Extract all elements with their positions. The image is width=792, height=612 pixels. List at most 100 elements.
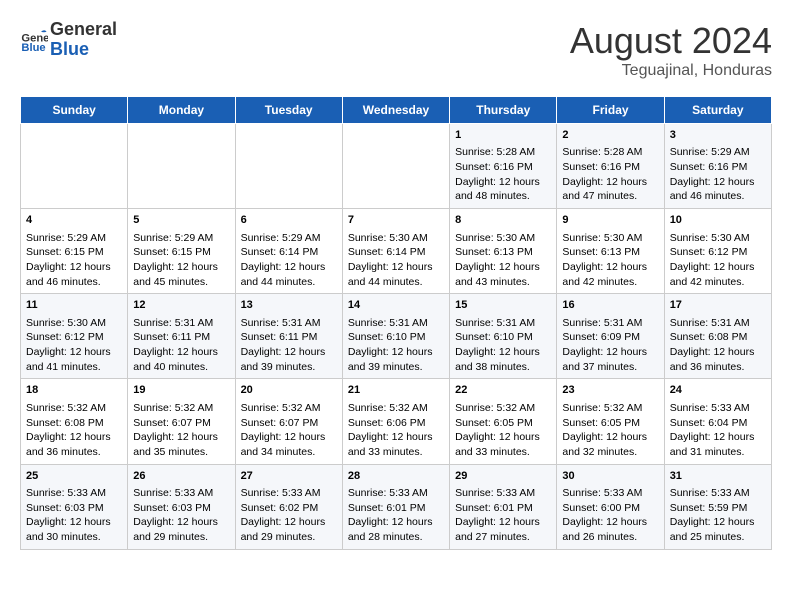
cell-text: Sunset: 6:05 PM — [455, 416, 551, 431]
weekday-header-row: SundayMondayTuesdayWednesdayThursdayFrid… — [21, 97, 772, 124]
calendar-cell: 24Sunrise: 5:33 AMSunset: 6:04 PMDayligh… — [664, 379, 771, 464]
calendar-cell: 17Sunrise: 5:31 AMSunset: 6:08 PMDayligh… — [664, 294, 771, 379]
calendar-week-1: 1Sunrise: 5:28 AMSunset: 6:16 PMDaylight… — [21, 124, 772, 209]
cell-text: Daylight: 12 hours — [241, 430, 337, 445]
cell-text: Daylight: 12 hours — [455, 345, 551, 360]
cell-text: Daylight: 12 hours — [26, 260, 122, 275]
weekday-header-monday: Monday — [128, 97, 235, 124]
cell-text: and 38 minutes. — [455, 360, 551, 375]
cell-text: Sunrise: 5:31 AM — [562, 316, 658, 331]
cell-text: Daylight: 12 hours — [455, 515, 551, 530]
calendar-cell: 18Sunrise: 5:32 AMSunset: 6:08 PMDayligh… — [21, 379, 128, 464]
cell-text: Sunrise: 5:32 AM — [455, 401, 551, 416]
cell-text: Sunset: 6:08 PM — [26, 416, 122, 431]
calendar-cell: 26Sunrise: 5:33 AMSunset: 6:03 PMDayligh… — [128, 464, 235, 549]
cell-text: Sunrise: 5:29 AM — [133, 231, 229, 246]
calendar-cell: 4Sunrise: 5:29 AMSunset: 6:15 PMDaylight… — [21, 209, 128, 294]
cell-text: and 42 minutes. — [562, 275, 658, 290]
cell-text: Sunrise: 5:33 AM — [241, 486, 337, 501]
cell-text: Sunrise: 5:28 AM — [455, 145, 551, 160]
cell-text: Daylight: 12 hours — [562, 515, 658, 530]
cell-text: Sunset: 6:07 PM — [241, 416, 337, 431]
calendar-week-2: 4Sunrise: 5:29 AMSunset: 6:15 PMDaylight… — [21, 209, 772, 294]
calendar-cell — [235, 124, 342, 209]
cell-text: Sunrise: 5:32 AM — [26, 401, 122, 416]
cell-text: Sunset: 6:13 PM — [455, 245, 551, 260]
cell-text: Sunrise: 5:29 AM — [670, 145, 766, 160]
cell-text: Daylight: 12 hours — [670, 260, 766, 275]
cell-text: Sunrise: 5:33 AM — [133, 486, 229, 501]
cell-text: Daylight: 12 hours — [348, 430, 444, 445]
cell-text: Daylight: 12 hours — [562, 260, 658, 275]
cell-text: Sunrise: 5:30 AM — [670, 231, 766, 246]
day-number: 7 — [348, 213, 444, 228]
cell-text: Sunrise: 5:31 AM — [348, 316, 444, 331]
day-number: 12 — [133, 298, 229, 313]
cell-text: and 33 minutes. — [348, 445, 444, 460]
day-number: 6 — [241, 213, 337, 228]
weekday-header-sunday: Sunday — [21, 97, 128, 124]
calendar-cell: 9Sunrise: 5:30 AMSunset: 6:13 PMDaylight… — [557, 209, 664, 294]
cell-text: and 31 minutes. — [670, 445, 766, 460]
logo-icon: General Blue — [20, 26, 48, 54]
day-number: 23 — [562, 383, 658, 398]
cell-text: Sunrise: 5:33 AM — [562, 486, 658, 501]
cell-text: Daylight: 12 hours — [562, 430, 658, 445]
cell-text: Sunrise: 5:30 AM — [455, 231, 551, 246]
cell-text: and 29 minutes. — [241, 530, 337, 545]
cell-text: and 37 minutes. — [562, 360, 658, 375]
cell-text: and 39 minutes. — [241, 360, 337, 375]
cell-text: Daylight: 12 hours — [348, 260, 444, 275]
day-number: 24 — [670, 383, 766, 398]
cell-text: and 46 minutes. — [670, 189, 766, 204]
day-number: 22 — [455, 383, 551, 398]
cell-text: Sunrise: 5:33 AM — [26, 486, 122, 501]
cell-text: and 32 minutes. — [562, 445, 658, 460]
day-number: 13 — [241, 298, 337, 313]
day-number: 10 — [670, 213, 766, 228]
cell-text: Sunrise: 5:31 AM — [455, 316, 551, 331]
day-number: 11 — [26, 298, 122, 313]
calendar-cell: 25Sunrise: 5:33 AMSunset: 6:03 PMDayligh… — [21, 464, 128, 549]
cell-text: and 26 minutes. — [562, 530, 658, 545]
calendar-cell: 7Sunrise: 5:30 AMSunset: 6:14 PMDaylight… — [342, 209, 449, 294]
calendar-week-3: 11Sunrise: 5:30 AMSunset: 6:12 PMDayligh… — [21, 294, 772, 379]
cell-text: and 33 minutes. — [455, 445, 551, 460]
day-number: 19 — [133, 383, 229, 398]
day-number: 8 — [455, 213, 551, 228]
cell-text: Sunset: 6:01 PM — [455, 501, 551, 516]
cell-text: Sunset: 6:16 PM — [562, 160, 658, 175]
svg-text:Blue: Blue — [21, 42, 45, 54]
cell-text: Daylight: 12 hours — [670, 515, 766, 530]
day-number: 25 — [26, 469, 122, 484]
cell-text: Sunset: 6:13 PM — [562, 245, 658, 260]
main-title: August 2024 — [570, 20, 772, 62]
cell-text: Sunrise: 5:28 AM — [562, 145, 658, 160]
cell-text: Daylight: 12 hours — [348, 345, 444, 360]
cell-text: Daylight: 12 hours — [133, 345, 229, 360]
cell-text: Daylight: 12 hours — [455, 430, 551, 445]
cell-text: Sunrise: 5:30 AM — [26, 316, 122, 331]
calendar-cell — [342, 124, 449, 209]
day-number: 30 — [562, 469, 658, 484]
cell-text: Sunset: 6:07 PM — [133, 416, 229, 431]
calendar-cell: 6Sunrise: 5:29 AMSunset: 6:14 PMDaylight… — [235, 209, 342, 294]
cell-text: Sunrise: 5:33 AM — [455, 486, 551, 501]
day-number: 17 — [670, 298, 766, 313]
calendar-week-4: 18Sunrise: 5:32 AMSunset: 6:08 PMDayligh… — [21, 379, 772, 464]
weekday-header-wednesday: Wednesday — [342, 97, 449, 124]
cell-text: and 36 minutes. — [26, 445, 122, 460]
cell-text: Sunset: 6:03 PM — [26, 501, 122, 516]
cell-text: Sunrise: 5:29 AM — [241, 231, 337, 246]
calendar-table: SundayMondayTuesdayWednesdayThursdayFrid… — [20, 96, 772, 550]
cell-text: Sunset: 6:10 PM — [348, 330, 444, 345]
cell-text: Daylight: 12 hours — [133, 260, 229, 275]
day-number: 27 — [241, 469, 337, 484]
day-number: 28 — [348, 469, 444, 484]
calendar-cell: 20Sunrise: 5:32 AMSunset: 6:07 PMDayligh… — [235, 379, 342, 464]
cell-text: Sunset: 6:15 PM — [133, 245, 229, 260]
cell-text: Sunset: 6:11 PM — [133, 330, 229, 345]
cell-text: and 30 minutes. — [26, 530, 122, 545]
logo: General Blue General Blue — [20, 20, 117, 60]
cell-text: Daylight: 12 hours — [348, 515, 444, 530]
